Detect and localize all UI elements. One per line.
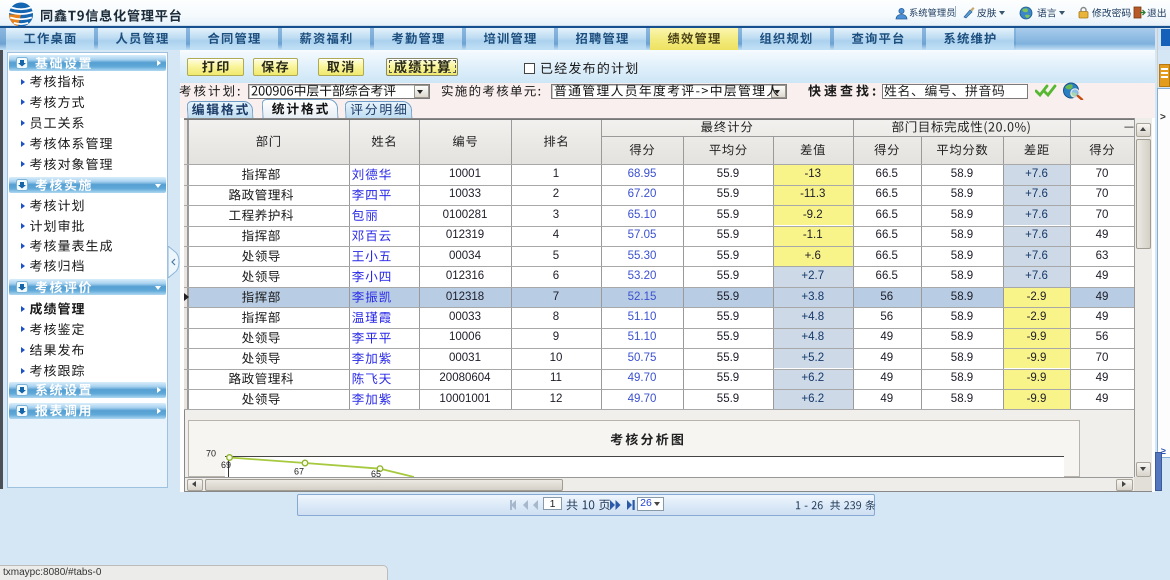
svg-text:69: 69 (221, 460, 231, 470)
svg-text:65: 65 (371, 469, 381, 477)
svg-text:67: 67 (294, 467, 304, 477)
svg-text:70: 70 (206, 449, 216, 459)
